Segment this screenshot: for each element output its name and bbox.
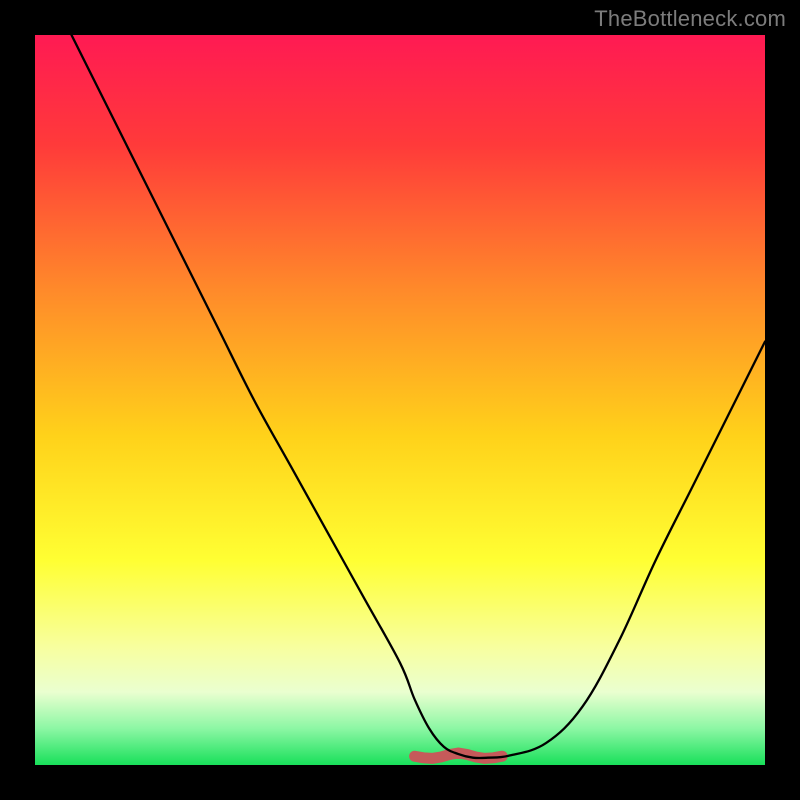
gradient-rect [35, 35, 765, 765]
chart-svg [35, 35, 765, 765]
plot-area [35, 35, 765, 765]
watermark-text: TheBottleneck.com [594, 6, 786, 32]
chart-frame: TheBottleneck.com [0, 0, 800, 800]
